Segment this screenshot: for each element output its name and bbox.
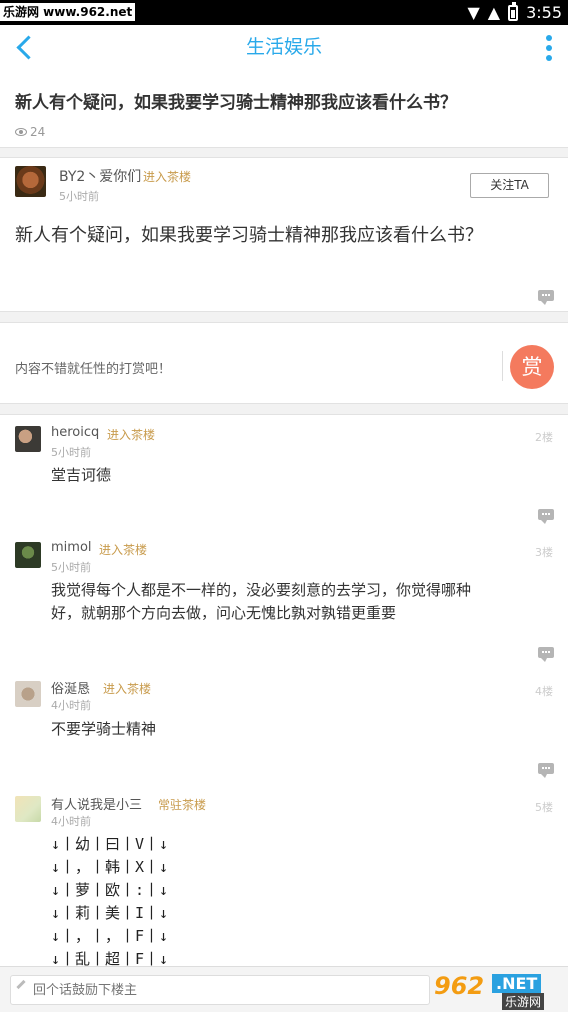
floor-number: 3楼 xyxy=(535,546,553,559)
watermark-logo: 962 .NET 乐游网 xyxy=(434,972,562,1010)
comment-username[interactable]: 有人说我是小三 xyxy=(51,794,142,813)
more-menu-button[interactable] xyxy=(544,35,554,61)
comment-icon[interactable] xyxy=(538,509,554,524)
watermark-number: 962 xyxy=(434,972,485,1000)
comment-username[interactable]: mimol xyxy=(51,540,92,555)
watermark-net: .NET xyxy=(492,974,542,993)
status-icons: ▼ ▲ 3:55 xyxy=(467,0,562,25)
comment-content: ↓丨幼丨曰丨V丨↓ ↓丨，丨韩丨X丨↓ ↓丨萝丨欧丨:丨↓ ↓丨莉丨美丨I丨↓ … xyxy=(51,833,168,971)
divider xyxy=(0,311,568,323)
comment-time: 5小时前 xyxy=(51,446,91,459)
comment-line: ↓丨，丨，丨F丨↓ xyxy=(51,927,169,945)
topic-title: 新人有个疑问，如果我要学习骑士精神那我应该看什么书？ xyxy=(15,93,457,113)
back-button[interactable] xyxy=(14,33,36,61)
enter-teahouse-link[interactable]: 进入茶楼 xyxy=(99,541,147,558)
comment-content: 我觉得每个人都是不一样的，没必要刻意的去学习，你觉得哪种 好，就朝那个方向去做，… xyxy=(51,579,471,625)
reward-button[interactable]: 赏 xyxy=(510,345,554,389)
enter-teahouse-link[interactable]: 常驻茶楼 xyxy=(158,796,206,813)
avatar[interactable] xyxy=(15,426,41,452)
app-header: 生活娱乐 xyxy=(0,25,568,69)
post-time: 5小时前 xyxy=(59,190,99,203)
enter-teahouse-link[interactable]: 进入茶楼 xyxy=(107,426,155,443)
divider xyxy=(0,147,568,158)
wifi-icon: ▼ xyxy=(467,3,480,22)
floor-number: 4楼 xyxy=(535,685,553,698)
status-bar: 乐游网 www.962.net ▼ ▲ 3:55 xyxy=(0,0,568,25)
comment-line: ↓丨萝丨欧丨:丨↓ xyxy=(51,881,169,899)
comment-time: 4小时前 xyxy=(51,699,91,712)
enter-teahouse-link[interactable]: 进入茶楼 xyxy=(143,168,191,185)
view-count: 24 xyxy=(15,125,45,139)
comment-icon[interactable] xyxy=(538,763,554,778)
avatar[interactable] xyxy=(15,542,41,568)
follow-button[interactable]: 关注TA xyxy=(470,173,549,198)
divider xyxy=(0,403,568,415)
signal-icon: ▲ xyxy=(487,3,501,22)
battery-icon xyxy=(508,1,519,21)
floor-number: 5楼 xyxy=(535,801,553,814)
comment-line: 我觉得每个人都是不一样的，没必要刻意的去学习，你觉得哪种 xyxy=(51,581,472,599)
enter-teahouse-link[interactable]: 进入茶楼 xyxy=(103,680,151,697)
reply-input[interactable] xyxy=(10,975,430,1005)
comment-line: 好，就朝那个方向去做，问心无愧比孰对孰错更重要 xyxy=(51,604,397,622)
floor-number: 2楼 xyxy=(535,431,553,444)
comment-icon[interactable] xyxy=(538,290,554,305)
clock: 3:55 xyxy=(526,3,562,22)
comment-line: 不要学骑士精神 xyxy=(51,720,157,738)
view-count-value: 24 xyxy=(30,125,46,139)
comment-time: 5小时前 xyxy=(51,561,91,574)
watermark-label: 乐游网 www.962.net xyxy=(0,3,136,21)
comment-line: ↓丨幼丨曰丨V丨↓ xyxy=(51,835,169,853)
comment-content: 不要学骑士精神 xyxy=(51,718,156,741)
comment-line: ↓丨，丨韩丨X丨↓ xyxy=(51,858,169,876)
page-title: 生活娱乐 xyxy=(245,36,322,58)
avatar[interactable] xyxy=(15,796,41,822)
post-username[interactable]: BY2丶爱你们 xyxy=(59,166,141,186)
watermark-name: 乐游网 xyxy=(502,993,545,1010)
eye-icon xyxy=(15,128,27,136)
comment-content: 堂吉诃德 xyxy=(51,464,111,487)
reward-prompt: 内容不错就任性的打赏吧！ xyxy=(15,362,172,377)
comment-line: 堂吉诃德 xyxy=(51,466,112,484)
comment-icon[interactable] xyxy=(538,647,554,662)
divider xyxy=(502,351,503,381)
post-body: 新人有个疑问，如果我要学习骑士精神那我应该看什么书？ xyxy=(15,225,483,246)
avatar[interactable] xyxy=(15,681,41,707)
comment-time: 4小时前 xyxy=(51,815,91,828)
comment-line: ↓丨莉丨美丨I丨↓ xyxy=(51,904,169,922)
comment-username[interactable]: heroicq xyxy=(51,425,99,440)
comment-username[interactable]: 俗涎恳 xyxy=(51,678,90,697)
avatar[interactable] xyxy=(15,166,46,197)
